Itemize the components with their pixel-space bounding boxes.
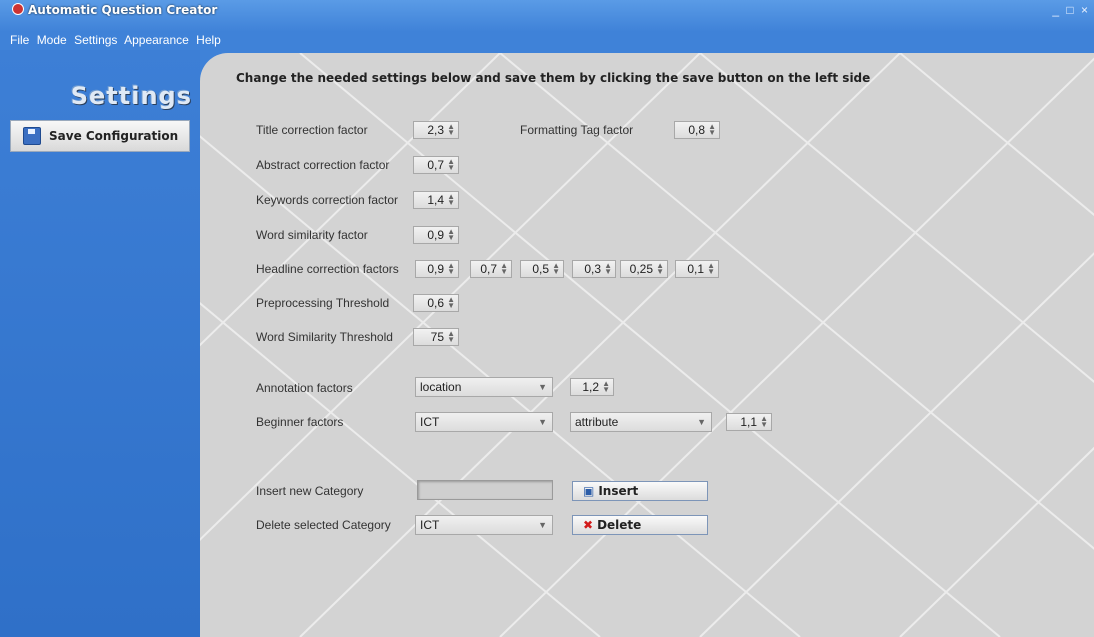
save-configuration-button[interactable]: Save Configuration	[10, 120, 190, 152]
insert-category-label: Insert new Category	[256, 484, 364, 498]
spinner-arrows-icon[interactable]: ▲ ▼	[447, 330, 455, 344]
spinner-arrows-icon[interactable]: ▲ ▼	[604, 262, 612, 276]
menu-appearance[interactable]: Appearance	[124, 33, 189, 47]
title-correction-value: 2,3	[427, 123, 444, 137]
formatting-tag-value: 0,8	[688, 123, 705, 137]
keywords-correction-label: Keywords correction factor	[256, 193, 399, 207]
title-correction-spinner[interactable]: 2,3 ▲ ▼	[413, 121, 459, 139]
menu-settings[interactable]: Settings	[74, 33, 117, 47]
annotation-factor-value: 1,2	[582, 380, 599, 394]
abstract-correction-value: 0,7	[427, 158, 444, 172]
delete-category-value: ICT	[420, 518, 440, 532]
app-title: Automatic Question Creator	[12, 3, 217, 17]
formatting-tag-spinner[interactable]: 0,8 ▲ ▼	[674, 121, 720, 139]
abstract-correction-spinner[interactable]: 0,7 ▲ ▼	[413, 156, 459, 174]
menu-mode[interactable]: Mode	[37, 33, 67, 47]
beginner-type-combo[interactable]: attribute ▼	[570, 412, 712, 432]
spinner-arrows-icon[interactable]: ▲ ▼	[447, 296, 455, 310]
headline-factor-3-value: 0,5	[532, 262, 549, 276]
word-similarity-threshold-label: Word Similarity Threshold	[256, 330, 393, 344]
beginner-category-combo[interactable]: ICT ▼	[415, 412, 553, 432]
headline-factor-6-value: 0,1	[687, 262, 704, 276]
annotation-combo-value: location	[420, 380, 462, 394]
title-correction-label: Title correction factor	[256, 123, 368, 137]
beginner-factors-label: Beginner factors	[256, 415, 344, 429]
tile-background	[200, 53, 1094, 637]
app-title-text: Automatic Question Creator	[28, 3, 218, 17]
headline-factor-4-spinner[interactable]: 0,3 ▲ ▼	[572, 260, 616, 278]
delete-category-combo[interactable]: ICT ▼	[415, 515, 553, 535]
insert-button[interactable]: ▣ Insert	[572, 481, 708, 501]
headline-factor-3-spinner[interactable]: 0,5 ▲ ▼	[520, 260, 564, 278]
spinner-arrows-icon[interactable]: ▲ ▼	[447, 123, 455, 137]
delete-category-label: Delete selected Category	[256, 518, 391, 532]
spinner-arrows-icon[interactable]: ▲ ▼	[760, 415, 768, 429]
sidebar: Settings Save Configuration	[0, 50, 200, 637]
menu-bar: File Mode Settings Appearance Help	[10, 33, 225, 47]
headline-factor-2-value: 0,7	[480, 262, 497, 276]
keywords-correction-spinner[interactable]: 1,4 ▲ ▼	[413, 191, 459, 209]
spinner-arrows-icon[interactable]: ▲ ▼	[447, 193, 455, 207]
headline-factor-5-value: 0,25	[629, 262, 653, 276]
spinner-arrows-icon[interactable]: ▲ ▼	[707, 262, 715, 276]
annotation-factor-spinner[interactable]: 1,2 ▲ ▼	[570, 378, 614, 396]
spinner-arrows-icon[interactable]: ▲ ▼	[447, 158, 455, 172]
app-icon	[12, 3, 24, 15]
beginner-type-value: attribute	[575, 415, 619, 429]
window-controls[interactable]: _ □ ×	[1052, 3, 1090, 17]
menu-help[interactable]: Help	[196, 33, 221, 47]
delete-x-icon: ✖	[583, 518, 594, 532]
formatting-tag-label: Formatting Tag factor	[520, 123, 634, 137]
insert-icon: ▣	[583, 484, 595, 498]
spinner-arrows-icon[interactable]: ▲ ▼	[708, 123, 716, 137]
keywords-correction-value: 1,4	[427, 193, 444, 207]
menu-file[interactable]: File	[10, 33, 29, 47]
beginner-factor-value: 1,1	[740, 415, 757, 429]
word-similarity-spinner[interactable]: 0,9 ▲ ▼	[413, 226, 459, 244]
chevron-down-icon[interactable]: ▼	[697, 413, 706, 431]
word-similarity-value: 0,9	[427, 228, 444, 242]
preprocessing-threshold-spinner[interactable]: 0,6 ▲ ▼	[413, 294, 459, 312]
chevron-down-icon[interactable]: ▼	[538, 378, 547, 396]
instruction-text: Change the needed settings below and sav…	[236, 71, 871, 85]
spinner-arrows-icon[interactable]: ▲ ▼	[602, 380, 610, 394]
headline-factor-4-value: 0,3	[584, 262, 601, 276]
spinner-arrows-icon[interactable]: ▲ ▼	[656, 262, 664, 276]
headline-correction-label: Headline correction factors	[256, 262, 399, 276]
beginner-factor-spinner[interactable]: 1,1 ▲ ▼	[726, 413, 772, 431]
preprocessing-threshold-label: Preprocessing Threshold	[256, 296, 390, 310]
chevron-down-icon[interactable]: ▼	[538, 413, 547, 431]
headline-factor-1-spinner[interactable]: 0,9 ▲ ▼	[415, 260, 459, 278]
headline-factor-1-value: 0,9	[427, 262, 444, 276]
title-bar: Automatic Question Creator _ □ ×	[0, 0, 1094, 32]
spinner-arrows-icon[interactable]: ▲ ▼	[447, 228, 455, 242]
chevron-down-icon[interactable]: ▼	[538, 516, 547, 534]
preprocessing-threshold-value: 0,6	[427, 296, 444, 310]
delete-button-label: Delete	[597, 518, 642, 532]
delete-button[interactable]: ✖ Delete	[572, 515, 708, 535]
word-similarity-threshold-spinner[interactable]: 75 ▲ ▼	[413, 328, 459, 346]
spinner-arrows-icon[interactable]: ▲ ▼	[552, 262, 560, 276]
headline-factor-5-spinner[interactable]: 0,25 ▲ ▼	[620, 260, 668, 278]
abstract-correction-label: Abstract correction factor	[256, 158, 390, 172]
word-similarity-label: Word similarity factor	[256, 228, 368, 242]
beginner-category-value: ICT	[420, 415, 440, 429]
word-similarity-threshold-value: 75	[430, 330, 444, 344]
insert-button-label: Insert	[598, 484, 639, 498]
save-configuration-label: Save Configuration	[49, 129, 179, 143]
annotation-factors-label: Annotation factors	[256, 381, 353, 395]
floppy-disk-icon	[23, 127, 41, 145]
settings-panel: Change the needed settings below and sav…	[200, 53, 1094, 637]
annotation-combo[interactable]: location ▼	[415, 377, 553, 397]
spinner-arrows-icon[interactable]: ▲ ▼	[500, 262, 508, 276]
sidebar-heading: Settings	[70, 82, 192, 110]
headline-factor-2-spinner[interactable]: 0,7 ▲ ▼	[470, 260, 512, 278]
spinner-arrows-icon[interactable]: ▲ ▼	[447, 262, 455, 276]
insert-category-input[interactable]	[417, 480, 553, 500]
headline-factor-6-spinner[interactable]: 0,1 ▲ ▼	[675, 260, 719, 278]
